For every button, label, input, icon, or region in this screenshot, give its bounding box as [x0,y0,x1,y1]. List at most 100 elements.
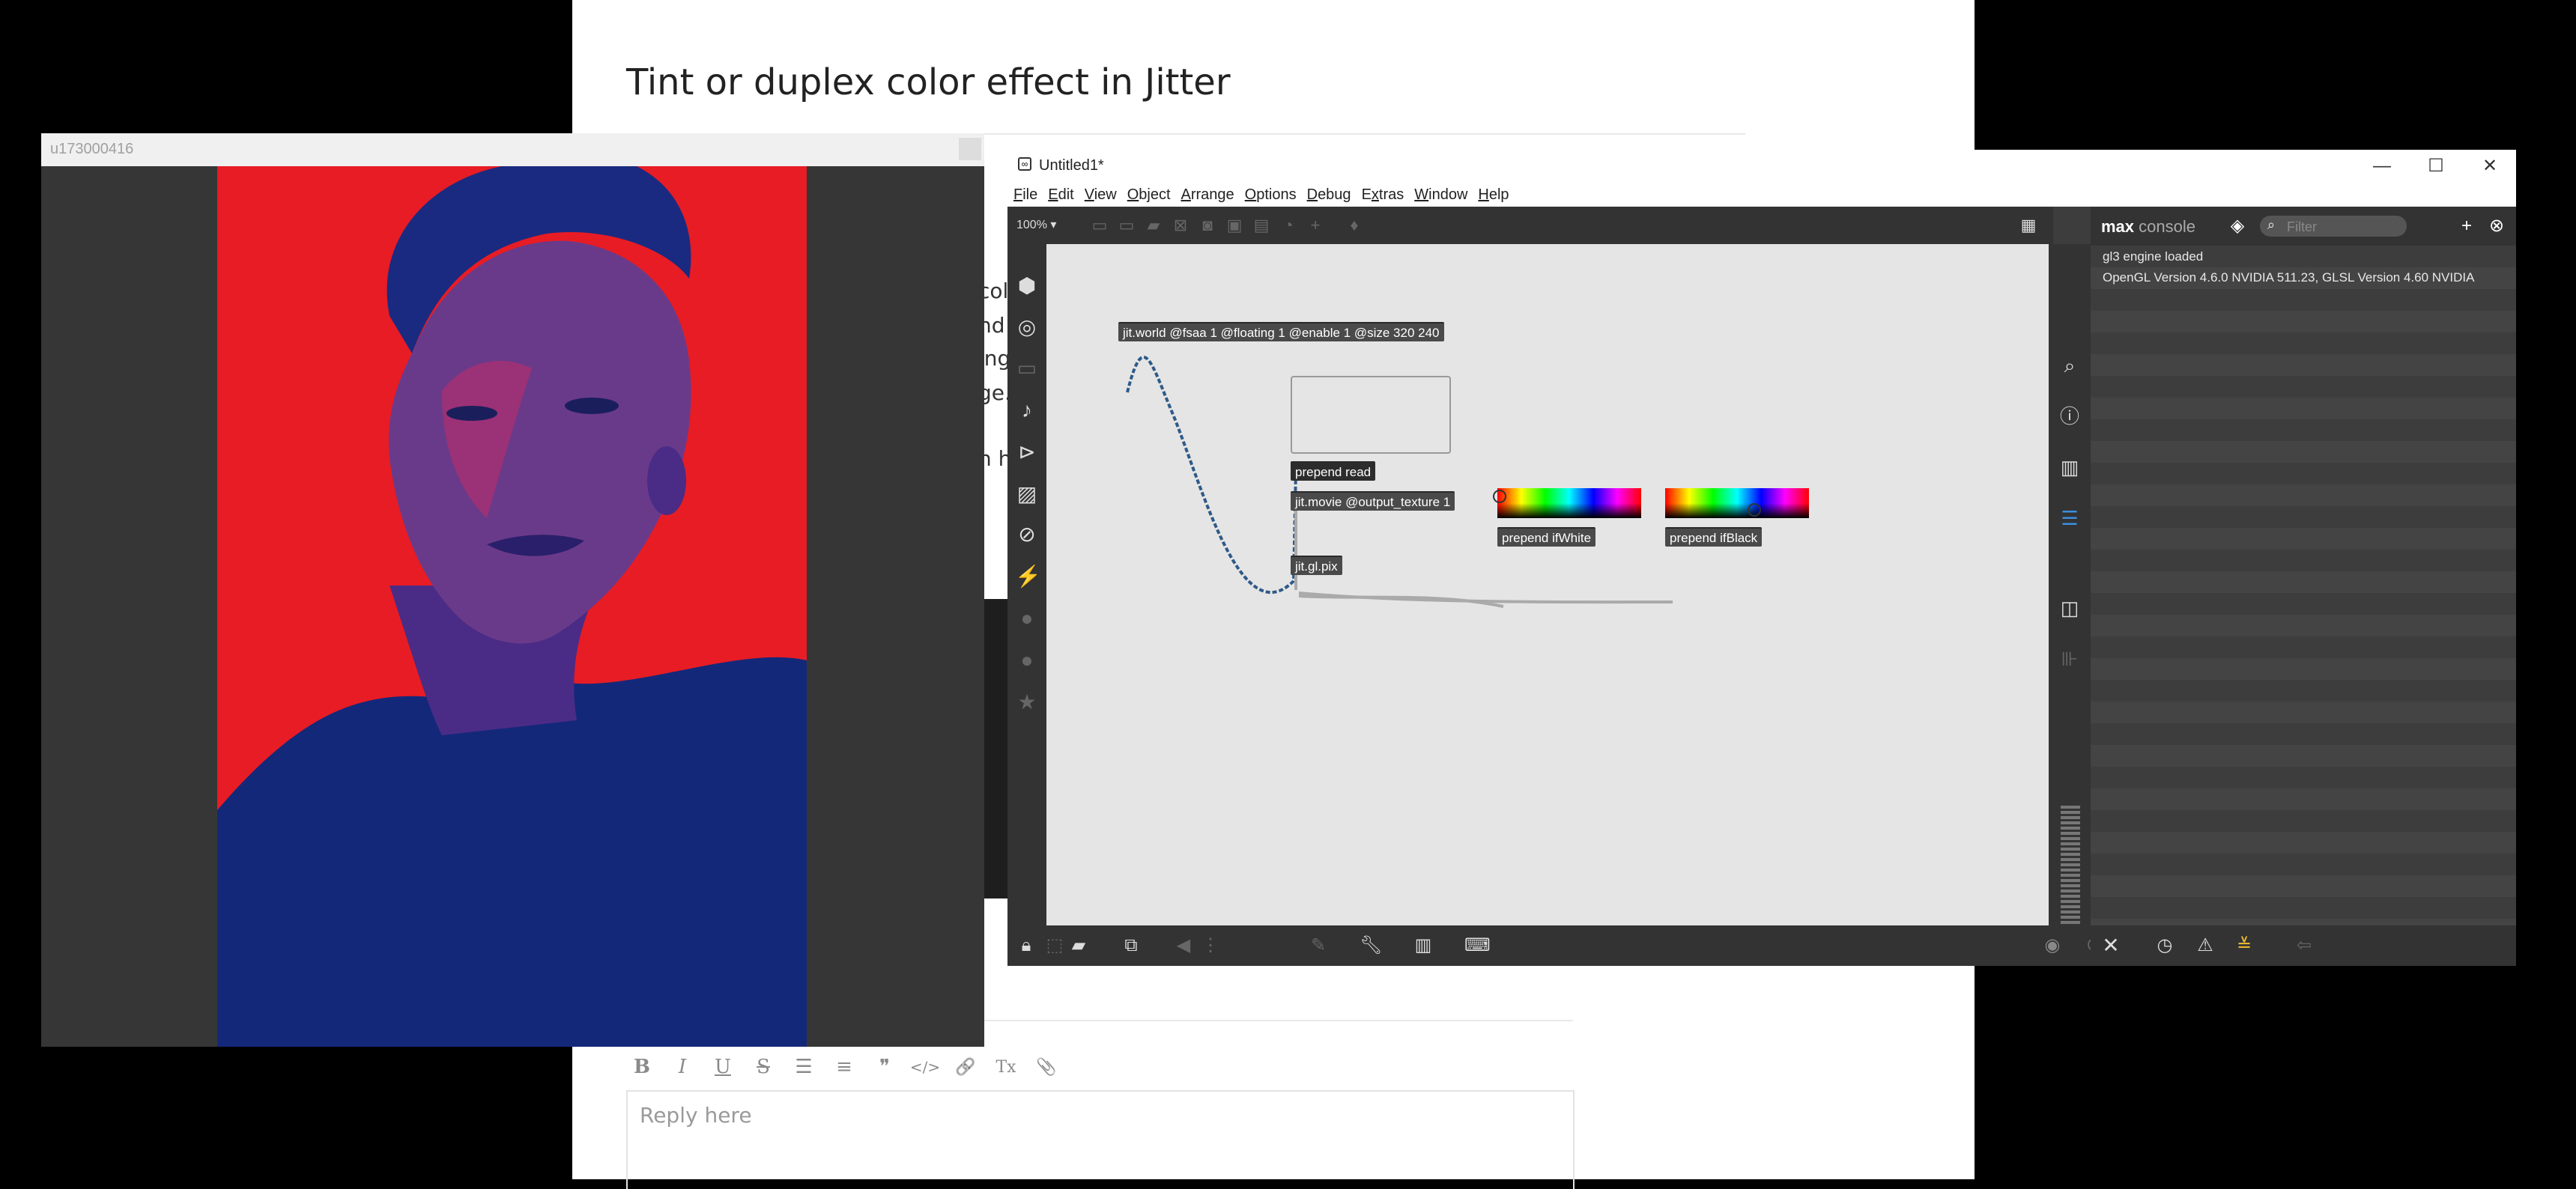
audio-mute-icon[interactable]: ◀ [1172,934,1195,957]
inspector-icon[interactable]: ⓘ [2058,404,2082,428]
bold-icon[interactable]: B [626,1051,658,1083]
keyboard-icon[interactable]: ⌨ [1464,934,1491,957]
paint-bucket-icon[interactable]: ♦ [1345,216,1364,235]
windows-icon[interactable]: ⧉ [1120,934,1142,957]
console-back-icon[interactable]: ⇦ [2293,934,2315,957]
patcher-bottom-bar: 🔒︎ ⬚ ▰ ⧉ ◀ ⋮ ✎ 🔧︎ ▥ ⌨ ◉ ⏻ [1007,925,2101,966]
close-button[interactable]: ✕ [2464,153,2516,180]
console-list-icon[interactable]: ☰ [2058,506,2082,530]
console-message-list: gl3 engine loaded OpenGL Version 4.6.0 N… [2091,246,2516,925]
layers-icon[interactable]: ▭ [1015,356,1039,380]
plugin-icon[interactable]: ⚡ [1015,565,1041,589]
presentation-cursor-icon[interactable]: ⬚ [1043,934,1066,957]
link-icon[interactable]: 🔗 [950,1051,981,1083]
swatch-black[interactable] [1665,488,1809,518]
menu-edit[interactable]: Edit [1048,186,1073,204]
console-filter-input[interactable] [2285,217,2401,237]
menu-window[interactable]: Window [1414,186,1467,204]
swatch-knob[interactable] [1493,490,1506,503]
dial-object-icon[interactable]: ◔ [1279,216,1298,235]
swatch-knob[interactable] [1748,503,1761,517]
menu-debug[interactable]: Debug [1307,186,1351,204]
console-close-icon[interactable]: ✕ [2100,934,2122,957]
code-icon[interactable]: </> [909,1051,941,1083]
umenu-object[interactable] [1291,376,1451,454]
viewer-close-button[interactable] [959,138,981,160]
info-circle-icon[interactable]: ● [1015,606,1039,630]
media-object-icon[interactable]: ▣ [1225,216,1244,235]
piano-icon[interactable]: ▥ [1412,934,1434,957]
patch-cords [1126,356,1673,608]
max-patcher-window: ∞ Untitled1* — ☐ ✕ File Edit View Object… [1007,150,2516,966]
image-icon[interactable]: ▨ [1015,482,1039,506]
italic-icon[interactable]: I [667,1051,698,1083]
page-title: Tint or duplex color effect in Jitter [626,61,1231,103]
menu-view[interactable]: View [1085,186,1117,204]
bullet-list-icon[interactable]: ☰ [788,1051,819,1083]
grid-snap-icon[interactable]: ⋮ [1199,934,1222,957]
console-clear-icon[interactable]: ⊗ [2486,216,2507,237]
package-icon[interactable]: ⬢ [1015,274,1039,298]
patcher-canvas[interactable]: jit.world @fsaa 1 @floating 1 @enable 1 … [1046,244,2049,925]
reference-icon[interactable]: ▥ [2058,455,2082,479]
audio-icon[interactable]: ♪ [1015,398,1039,422]
prepend-read-message[interactable]: prepend read [1291,461,1376,481]
slider-object-icon[interactable]: ▤ [1252,216,1271,235]
viewer-titlebar[interactable]: u173000416 [41,133,984,166]
timestamp-icon[interactable]: ◷ [2154,934,2176,957]
max-titlebar[interactable]: ∞ Untitled1* — ☐ ✕ [1007,150,2516,183]
jit-world-object[interactable]: jit.world @fsaa 1 @floating 1 @enable 1 … [1118,322,1444,341]
search-icon[interactable]: ⌕ [2058,353,2082,377]
grid-toggle-icon[interactable]: ▦ [2019,216,2038,235]
new-object-icon[interactable]: ▭ [1090,216,1109,235]
strikethrough-icon[interactable]: S [748,1051,779,1083]
menu-file[interactable]: File [1013,186,1037,204]
presentation-icon[interactable]: ▰ [1067,934,1090,957]
favorite-star-icon[interactable]: ★ [1015,690,1039,714]
reply-input[interactable] [638,1102,1540,1128]
warning-icon[interactable]: ⚠ [2194,934,2216,957]
prepend-ifwhite-object[interactable]: prepend ifWhite [1497,527,1596,547]
duotone-portrait-image [217,166,807,1047]
comment-icon[interactable]: ▰ [1144,216,1163,235]
add-object-icon[interactable]: + [1306,216,1325,235]
wrench-icon[interactable]: 🔧︎ [1360,934,1382,957]
console-settings-icon[interactable]: ◈ [2227,216,2248,237]
attach-icon[interactable]: 📎 [1031,1051,1062,1083]
prepend-ifblack-object[interactable]: prepend ifBlack [1665,527,1763,547]
level-meter [2061,806,2080,925]
menu-object[interactable]: Object [1127,186,1171,204]
lock-icon[interactable]: 🔒︎ [1015,934,1037,957]
maximize-button[interactable]: ☐ [2410,153,2462,180]
menu-options[interactable]: Options [1245,186,1297,204]
menu-arrange[interactable]: Arrange [1181,186,1234,204]
zoom-select[interactable]: 100% ▾ [1016,217,1056,232]
audio-play-icon[interactable]: ◉ [2041,934,2064,957]
snapshot-icon[interactable]: ◫ [2058,596,2082,620]
object-circle-icon[interactable]: ● [1015,648,1039,672]
underline-icon[interactable]: U [707,1051,739,1083]
console-line: gl3 engine loaded [2103,249,2204,264]
target-icon[interactable]: ◎ [1015,315,1039,339]
jit-movie-object[interactable]: jit.movie @output_texture 1 [1291,491,1455,511]
numbered-list-icon[interactable]: ≡ [828,1051,860,1083]
console-footer: ✕ ◷ ⚠ ≚ ⇦ [2091,925,2516,966]
button-object-icon[interactable]: ⊠ [1171,216,1190,235]
new-message-icon[interactable]: ▭ [1117,216,1136,235]
attachment-icon[interactable]: ⊘ [1015,523,1039,547]
menu-bar: File Edit View Object Arrange Options De… [1007,183,2516,207]
image-viewer-window: u173000416 [41,133,984,1047]
console-add-icon[interactable]: + [2456,216,2477,237]
quote-icon[interactable]: ❞ [869,1051,900,1083]
toggle-object-icon[interactable]: ◙ [1198,216,1217,235]
jit-gl-pix-object[interactable]: jit.gl.pix [1291,556,1342,575]
swatch-white[interactable] [1493,488,1641,518]
clear-format-icon[interactable]: Tx [990,1051,1022,1083]
media-play-icon[interactable]: ⊳ [1015,440,1039,464]
menu-extras[interactable]: Extras [1362,186,1404,204]
mixer-icon[interactable]: ⊪ [2058,647,2082,671]
minimize-button[interactable]: — [2356,153,2408,180]
scroll-to-bottom-icon[interactable]: ≚ [2233,934,2255,957]
debug-icon[interactable]: ✎ [1307,934,1330,957]
menu-help[interactable]: Help [1478,186,1509,204]
